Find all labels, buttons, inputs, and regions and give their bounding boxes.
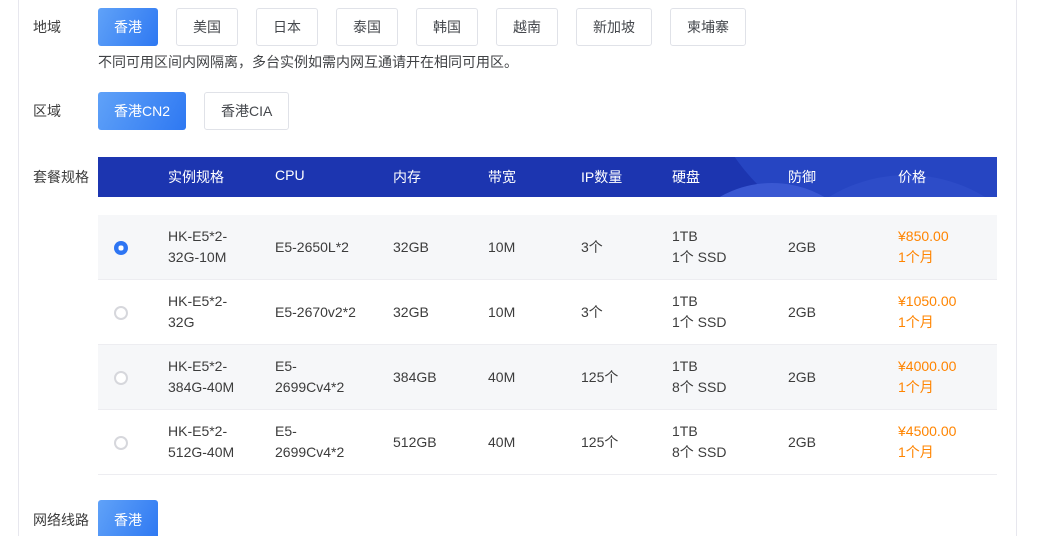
plan-memory-cell: 32GB xyxy=(393,302,488,323)
plan-table-header: 实例规格 CPU 内存 带宽 IP数量 硬盘 防御 价格 xyxy=(98,157,997,197)
plan-disk-cell: 1TB 8个 SSD xyxy=(672,421,788,463)
plan-row[interactable]: HK-E5*2-512G-40M E5-2699Cv4*2 512GB 40M … xyxy=(98,410,997,475)
header-col-ip: IP数量 xyxy=(581,167,672,187)
plan-bandwidth-cell: 10M xyxy=(488,302,581,323)
plan-disk-cell: 1TB 1个 SSD xyxy=(672,226,788,268)
region-option-hongkong[interactable]: 香港 xyxy=(98,8,158,46)
region-options: 香港 美国 日本 泰国 韩国 越南 新加坡 柬埔寨 xyxy=(98,8,746,46)
header-col-memory: 内存 xyxy=(393,167,488,187)
plan-table: 实例规格 CPU 内存 带宽 IP数量 硬盘 防御 价格 HK-E5*2-32G… xyxy=(98,157,997,475)
plan-price: ¥4500.00 xyxy=(898,421,997,442)
region-option-korea[interactable]: 韩国 xyxy=(416,8,478,46)
region-option-singapore[interactable]: 新加坡 xyxy=(576,8,652,46)
plan-radio[interactable] xyxy=(114,306,128,320)
plan-price: ¥4000.00 xyxy=(898,356,997,377)
plan-ip-cell: 125个 xyxy=(581,367,672,388)
plan-price-cell: ¥4500.00 1个月 xyxy=(898,421,997,463)
plan-bandwidth-cell: 40M xyxy=(488,367,581,388)
region-note: 不同可用区间内网隔离，多台实例如需内网互通请开在相同可用区。 xyxy=(98,52,518,72)
plan-table-body: HK-E5*2-32G-10M E5-2650L*2 32GB 10M 3个 1… xyxy=(98,215,997,475)
plan-defense-cell: 2GB xyxy=(788,367,898,388)
plan-ip-cell: 3个 xyxy=(581,302,672,323)
header-col-bandwidth: 带宽 xyxy=(488,167,581,187)
plan-cpu-cell: E5-2650L*2 xyxy=(275,237,393,258)
plan-ip-cell: 3个 xyxy=(581,237,672,258)
plan-period: 1个月 xyxy=(898,442,997,463)
plan-radio[interactable] xyxy=(114,436,128,450)
plan-spec-cell: HK-E5*2-384G-40M xyxy=(168,356,275,398)
plan-disk-cell: 1TB 1个 SSD xyxy=(672,291,788,333)
plan-spec-cell: HK-E5*2-32G-10M xyxy=(168,226,275,268)
plan-row[interactable]: HK-E5*2-32G E5-2670v2*2 32GB 10M 3个 1TB … xyxy=(98,280,997,345)
zone-label: 区域 xyxy=(33,92,97,130)
plan-cpu-cell: E5-2699Cv4*2 xyxy=(275,421,393,463)
zone-option-hk-cia[interactable]: 香港CIA xyxy=(204,92,289,130)
plan-price-cell: ¥1050.00 1个月 xyxy=(898,291,997,333)
network-option-hongkong[interactable]: 香港 xyxy=(98,500,158,536)
plan-bandwidth-cell: 40M xyxy=(488,432,581,453)
plan-defense-cell: 2GB xyxy=(788,237,898,258)
region-option-vietnam[interactable]: 越南 xyxy=(496,8,558,46)
network-label: 网络线路 xyxy=(33,500,97,536)
header-col-disk: 硬盘 xyxy=(672,167,788,187)
plan-memory-cell: 512GB xyxy=(393,432,488,453)
zone-options: 香港CN2 香港CIA xyxy=(98,92,289,130)
plan-ip-cell: 125个 xyxy=(581,432,672,453)
plans-label: 套餐规格 xyxy=(33,157,97,197)
panel-border-right xyxy=(1016,0,1017,536)
plan-defense-cell: 2GB xyxy=(788,432,898,453)
plan-row[interactable]: HK-E5*2-32G-10M E5-2650L*2 32GB 10M 3个 1… xyxy=(98,215,997,280)
plan-price: ¥1050.00 xyxy=(898,291,997,312)
plan-period: 1个月 xyxy=(898,312,997,333)
plan-price-cell: ¥4000.00 1个月 xyxy=(898,356,997,398)
header-col-cpu: CPU xyxy=(275,167,393,187)
plan-row[interactable]: HK-E5*2-384G-40M E5-2699Cv4*2 384GB 40M … xyxy=(98,345,997,410)
plan-spec-cell: HK-E5*2-512G-40M xyxy=(168,421,275,463)
plan-price-cell: ¥850.00 1个月 xyxy=(898,226,997,268)
zone-option-hk-cn2[interactable]: 香港CN2 xyxy=(98,92,186,130)
plan-period: 1个月 xyxy=(898,377,997,398)
plan-memory-cell: 32GB xyxy=(393,237,488,258)
plan-period: 1个月 xyxy=(898,247,997,268)
header-col-price: 价格 xyxy=(898,167,997,187)
plan-price: ¥850.00 xyxy=(898,226,997,247)
region-option-usa[interactable]: 美国 xyxy=(176,8,238,46)
network-options: 香港 xyxy=(98,500,158,536)
header-col-spec: 实例规格 xyxy=(168,167,275,187)
region-option-cambodia[interactable]: 柬埔寨 xyxy=(670,8,746,46)
header-radio-spacer xyxy=(98,167,168,187)
region-label: 地域 xyxy=(33,8,97,46)
plan-defense-cell: 2GB xyxy=(788,302,898,323)
panel-border-left xyxy=(18,0,19,536)
header-col-defense: 防御 xyxy=(788,167,898,187)
plan-radio[interactable] xyxy=(114,371,128,385)
plan-cpu-cell: E5-2670v2*2 xyxy=(275,302,393,323)
region-option-thailand[interactable]: 泰国 xyxy=(336,8,398,46)
plan-radio[interactable] xyxy=(114,241,128,255)
plan-memory-cell: 384GB xyxy=(393,367,488,388)
plan-bandwidth-cell: 10M xyxy=(488,237,581,258)
plan-spec-cell: HK-E5*2-32G xyxy=(168,291,275,333)
plan-cpu-cell: E5-2699Cv4*2 xyxy=(275,356,393,398)
plan-disk-cell: 1TB 8个 SSD xyxy=(672,356,788,398)
region-option-japan[interactable]: 日本 xyxy=(256,8,318,46)
server-config-panel: 地域 香港 美国 日本 泰国 韩国 越南 新加坡 柬埔寨 不同可用区间内网隔离，… xyxy=(0,0,1060,536)
